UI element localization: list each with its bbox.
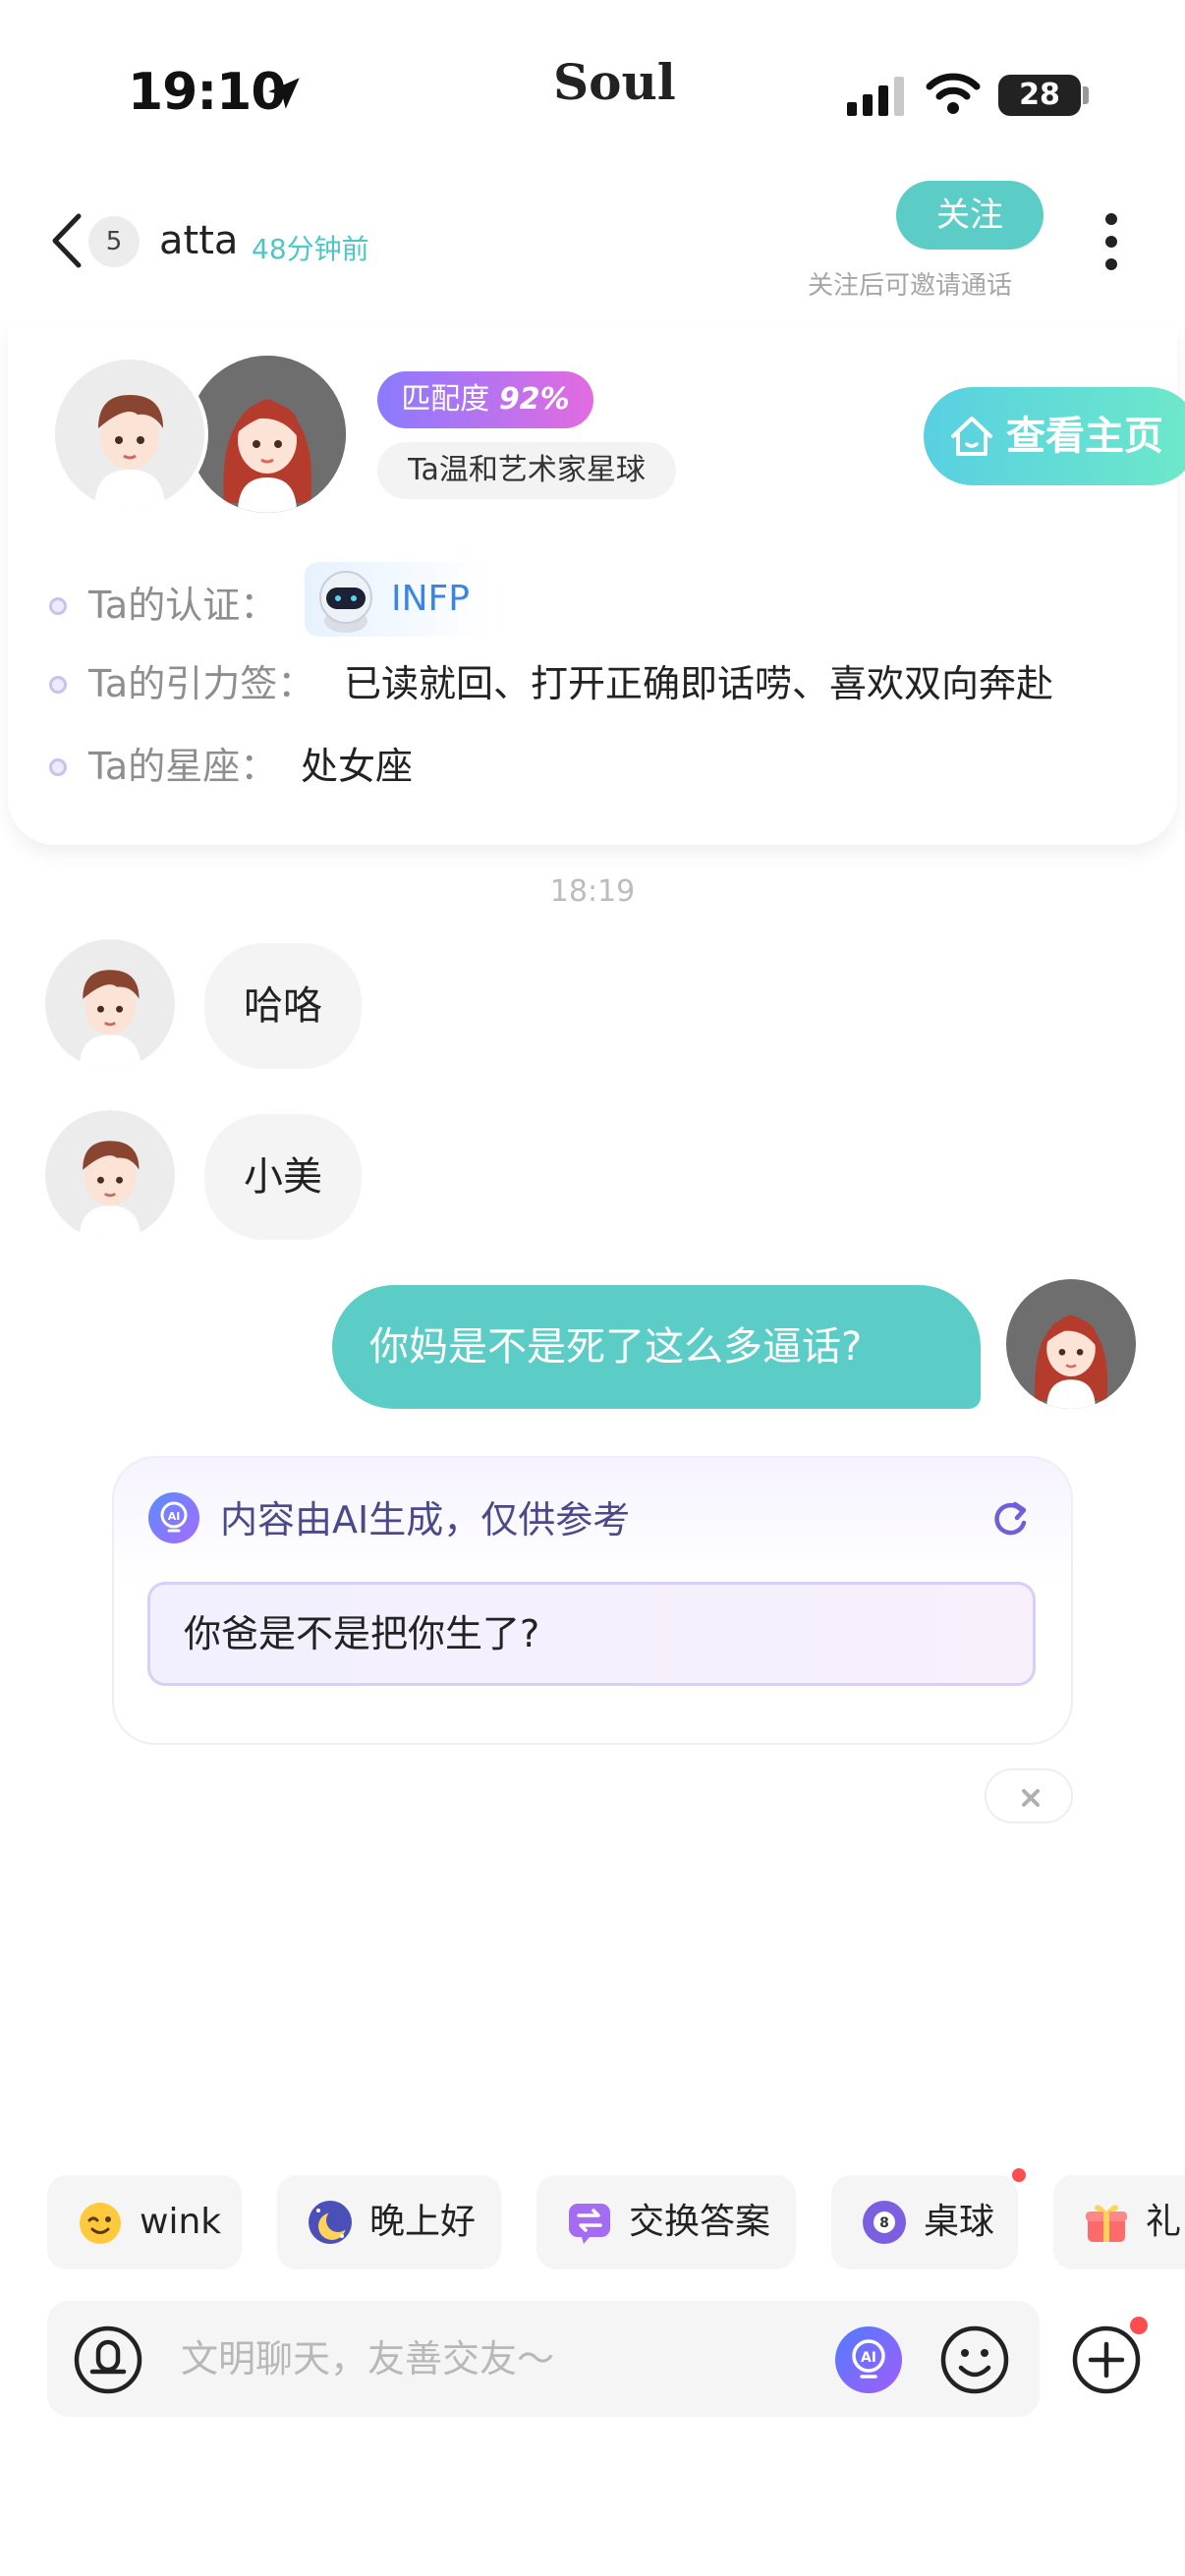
chat-partner-name[interactable]: atta <box>159 218 238 263</box>
info-label: Ta的引力签： <box>88 662 315 705</box>
chip-label: 交换答案 <box>629 2202 771 2242</box>
close-icon <box>1022 1789 1040 1807</box>
info-row-zodiac: Ta的星座： 处女座 <box>49 737 639 796</box>
chip-label: 晚上好 <box>369 2202 477 2242</box>
view-homepage-label: 查看主页 <box>1006 414 1163 459</box>
boy-avatar-icon <box>45 1110 175 1240</box>
unread-count-badge: 5 <box>88 216 140 267</box>
quick-action-wink[interactable]: wink <box>47 2175 242 2269</box>
view-homepage-button[interactable]: 查看主页 <box>924 387 1185 485</box>
gift-icon <box>1086 2205 1127 2242</box>
info-label: Ta的认证： <box>88 584 278 627</box>
swap-icon <box>569 2204 610 2244</box>
battery-tip <box>1083 86 1089 104</box>
ai-suggested-reply[interactable]: 你爸是不是把你生了? <box>147 1582 1036 1686</box>
girl-avatar-icon <box>1006 1279 1136 1409</box>
my-avatar[interactable] <box>1006 1279 1136 1409</box>
back-chevron-icon[interactable] <box>49 212 85 269</box>
my-avatar <box>189 356 346 513</box>
quick-action-good-evening[interactable]: 晚上好 <box>277 2175 501 2269</box>
svg-text:8: 8 <box>879 2215 889 2231</box>
avatar-pair[interactable] <box>51 356 346 513</box>
message-input[interactable] <box>181 2324 829 2393</box>
new-indicator-dot <box>1012 2168 1026 2182</box>
mbti-value: INFP <box>391 579 470 619</box>
partner-avatar[interactable] <box>45 939 175 1069</box>
refresh-icon[interactable] <box>988 1497 1032 1540</box>
bullet-dot <box>49 676 67 694</box>
info-value: 已读就回、打开正确即话唠、喜欢双向奔赴 <box>344 662 1054 705</box>
quick-action-gift[interactable]: 礼 <box>1053 2175 1185 2269</box>
boy-avatar-icon <box>55 360 204 509</box>
quick-action-swap-answers[interactable]: 交换答案 <box>536 2175 796 2269</box>
match-label: 匹配度 <box>401 382 490 417</box>
info-value: 处女座 <box>301 745 414 788</box>
new-indicator-dot <box>1130 2317 1148 2334</box>
ai-disclaimer-title: 内容由AI生成，仅供参考 <box>220 1498 631 1541</box>
svg-text:AI: AI <box>861 2350 876 2366</box>
status-time: 19:10 <box>128 63 287 122</box>
mbti-tag[interactable]: INFP <box>305 562 491 637</box>
close-ai-suggestion-button[interactable] <box>985 1768 1073 1823</box>
planet-tag[interactable]: Ta温和艺术家星球 <box>377 442 676 499</box>
location-arrow-icon <box>268 78 300 109</box>
wink-emoji-icon <box>80 2203 121 2244</box>
chip-label: 礼 <box>1146 2202 1182 2242</box>
chip-label: wink <box>140 2202 222 2242</box>
status-bar: 19:10 Soul 28 <box>0 0 1185 147</box>
message-input-bar: AI <box>47 2301 1040 2417</box>
bullet-dot <box>49 758 67 776</box>
partner-avatar <box>51 356 208 513</box>
billiard-ball-icon: 8 <box>863 2201 906 2244</box>
ai-suggestion-card: AI 内容由AI生成，仅供参考 你爸是不是把你生了? <box>112 1456 1073 1745</box>
message-bubble[interactable]: 小美 <box>204 1114 362 1240</box>
match-score-badge: 匹配度 92% <box>377 371 593 428</box>
follow-button[interactable]: 关注 <box>896 181 1044 250</box>
partner-avatar[interactable] <box>45 1110 175 1240</box>
carrier-name: Soul <box>553 53 676 111</box>
plus-icon[interactable] <box>1071 2324 1142 2395</box>
astronaut-icon <box>319 571 372 633</box>
cellular-signal-icon <box>847 77 904 116</box>
battery-indicator: 28 <box>998 75 1081 116</box>
boy-avatar-icon <box>45 939 175 1069</box>
moon-icon <box>309 2201 352 2244</box>
emoji-smile-icon[interactable] <box>939 2324 1010 2395</box>
voice-input-icon[interactable] <box>73 2324 143 2395</box>
match-value: 92% <box>498 382 570 417</box>
ai-assistant-icon[interactable]: AI <box>833 2324 904 2395</box>
follow-hint: 关注后可邀请通话 <box>808 271 1013 301</box>
home-icon <box>951 417 992 456</box>
quick-action-billiards[interactable]: 8 桌球 <box>831 2175 1018 2269</box>
chat-timestamp: 18:19 <box>549 874 636 909</box>
my-message-bubble[interactable]: 你妈是不是死了这么多逼话? <box>332 1285 981 1409</box>
svg-text:AI: AI <box>168 1510 181 1523</box>
info-label: Ta的星座： <box>88 745 278 788</box>
info-row-tags: Ta的引力签： 已读就回、打开正确即话唠、喜欢双向奔赴 <box>49 654 1179 713</box>
ai-bulb-icon: AI <box>148 1492 199 1543</box>
bullet-dot <box>49 597 67 615</box>
message-bubble[interactable]: 哈咯 <box>204 943 362 1069</box>
last-active-time: 48分钟前 <box>252 233 369 265</box>
chip-label: 桌球 <box>924 2202 995 2242</box>
wifi-icon <box>926 73 981 114</box>
more-options-icon[interactable] <box>1104 212 1118 271</box>
girl-avatar-icon <box>189 356 346 513</box>
